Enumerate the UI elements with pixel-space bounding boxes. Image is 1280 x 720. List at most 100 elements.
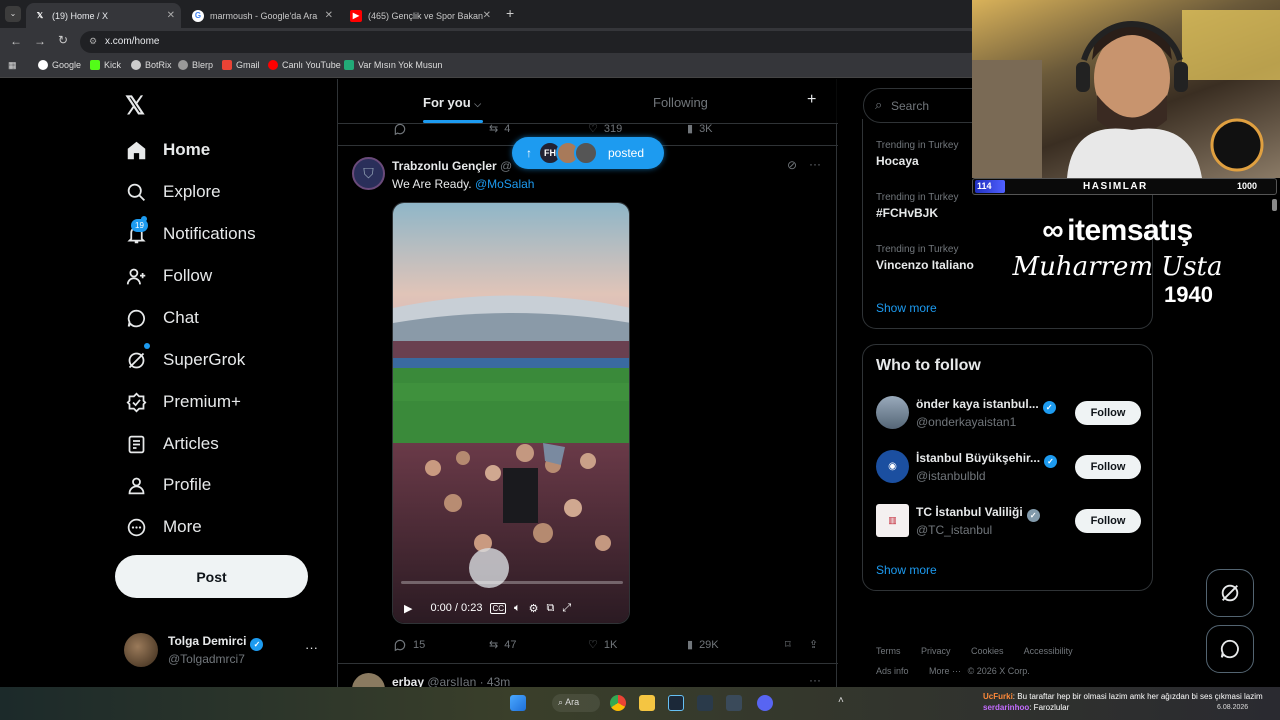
nav-supergrok[interactable]: SuperGrok xyxy=(125,349,245,371)
volume-icon[interactable]: 🔈︎ xyxy=(514,602,521,615)
discord-icon[interactable] xyxy=(757,695,773,711)
trend-item[interactable]: Trending in Turkey Hocaya xyxy=(876,140,958,168)
tweet-avatar[interactable] xyxy=(352,673,385,687)
account-more-icon[interactable]: ··· xyxy=(305,640,318,655)
account-switcher[interactable]: Tolga Demirci ✓ @Tolgadmrci7 ··· xyxy=(120,628,330,674)
tray-overflow-icon[interactable]: ˄ xyxy=(838,695,854,711)
prev-like-button[interactable]: ♡ 319 xyxy=(588,122,622,136)
follow-suggestion-name[interactable]: önder kaya istanbul... ✓ xyxy=(916,397,1056,414)
tweet-author[interactable]: Trabzonlu Gençler xyxy=(392,159,497,173)
bookmark-kick[interactable]: Kick xyxy=(90,60,121,70)
back-icon[interactable]: ← xyxy=(10,34,22,48)
pip-icon[interactable]: ⧉ xyxy=(547,602,555,615)
settings-icon[interactable]: ⚙ xyxy=(529,602,539,615)
footer-cookies[interactable]: Cookies xyxy=(971,646,1004,656)
tab-google-search[interactable]: G marmoush - Google'da Ara ✕ xyxy=(184,3,339,28)
prev-reply-button[interactable] xyxy=(393,122,407,136)
bookmark-google[interactable]: Google xyxy=(38,60,81,70)
follow-suggestion-handle[interactable]: @TC_istanbul xyxy=(916,523,992,537)
close-tab-icon[interactable]: ✕ xyxy=(167,10,175,21)
show-more-link[interactable]: Show more xyxy=(876,563,937,577)
bookmark-var-misin[interactable]: Var Mısın Yok Musun xyxy=(344,60,442,70)
share-icon[interactable]: ⇪ xyxy=(809,638,818,651)
tab-search-dropdown[interactable]: ⌄ xyxy=(5,6,21,22)
windows-start-icon[interactable] xyxy=(510,695,526,711)
new-posts-pill[interactable]: ↑ FH posted xyxy=(512,137,664,169)
bookmark-icon[interactable]: ⌑ xyxy=(785,638,791,651)
tab-following[interactable]: Following xyxy=(653,95,708,110)
app-icon[interactable] xyxy=(726,695,742,711)
nav-follow[interactable]: Follow xyxy=(125,265,212,287)
post-button[interactable]: Post xyxy=(115,555,308,598)
captions-icon[interactable]: CC xyxy=(490,602,507,614)
new-tab-button[interactable]: + xyxy=(506,5,514,21)
follow-button[interactable]: Follow xyxy=(1075,455,1141,479)
fullscreen-icon[interactable]: ⤢ xyxy=(562,602,571,615)
nav-profile[interactable]: Profile xyxy=(125,474,211,496)
tweet-avatar[interactable]: ⛉ xyxy=(352,157,385,190)
x-logo-icon[interactable]: 𝕏 xyxy=(125,91,145,121)
url-field[interactable]: ⚙ x.com/home xyxy=(80,31,980,53)
bookmark-canli-youtube[interactable]: Canlı YouTube xyxy=(268,60,341,70)
footer-privacy[interactable]: Privacy xyxy=(921,646,951,656)
follow-suggestion-name[interactable]: TC İstanbul Valiliği ✓ xyxy=(916,505,1040,522)
tweet-time[interactable]: · 43m xyxy=(480,675,511,687)
footer-terms[interactable]: Terms xyxy=(876,646,901,656)
steam-icon[interactable] xyxy=(668,695,684,711)
file-explorer-icon[interactable] xyxy=(639,695,655,711)
play-icon[interactable]: ▶ xyxy=(404,602,412,615)
avatar[interactable] xyxy=(876,396,909,429)
nav-articles[interactable]: Articles xyxy=(125,433,219,455)
trend-item[interactable]: Trending in Turkey #FCHvBJK xyxy=(876,192,958,220)
show-more-link[interactable]: Show more xyxy=(876,301,937,315)
prev-repost-button[interactable]: ⇆ 4 xyxy=(489,122,510,136)
reload-icon[interactable]: ↻ xyxy=(58,33,68,47)
reply-button[interactable]: 15 xyxy=(393,638,425,652)
tweet-author[interactable]: erbay xyxy=(392,675,424,687)
footer-accessibility[interactable]: Accessibility xyxy=(1024,646,1073,656)
trend-item[interactable]: Trending in Turkey Vincenzo Italiano xyxy=(876,244,974,272)
views-button[interactable]: ▮ 29K xyxy=(687,638,719,652)
bookmark-blerp[interactable]: Blerp xyxy=(178,60,213,70)
nav-premium[interactable]: Premium+ xyxy=(125,391,241,413)
bookmark-gmail[interactable]: Gmail xyxy=(222,60,260,70)
chrome-icon[interactable] xyxy=(610,695,626,711)
app-icon[interactable] xyxy=(697,695,713,711)
tweet-handle[interactable]: @arsIIan xyxy=(427,675,476,687)
tweet-more-icon[interactable]: ··· xyxy=(809,673,821,687)
video-progress-track[interactable] xyxy=(401,581,623,584)
footer-more[interactable]: More ··· xyxy=(929,666,961,676)
close-tab-icon[interactable]: ✕ xyxy=(325,10,333,21)
nav-more[interactable]: More xyxy=(125,516,202,538)
site-info-icon[interactable]: ⚙ xyxy=(89,36,97,47)
grok-tweet-icon[interactable]: ⊘ xyxy=(787,158,797,172)
close-tab-icon[interactable]: ✕ xyxy=(483,10,491,21)
add-tab-icon[interactable]: + xyxy=(807,91,816,109)
like-button[interactable]: ♡ 1K xyxy=(588,638,617,652)
follow-suggestion-handle[interactable]: @istanbulbld xyxy=(916,469,986,483)
tab-for-you[interactable]: For you ⌵ xyxy=(423,95,481,110)
tab-youtube[interactable]: ▶ (465) Gençlik ve Spor Bakanı O ✕ xyxy=(342,3,497,28)
avatar[interactable]: ◉ xyxy=(876,450,909,483)
nav-home[interactable]: Home xyxy=(125,139,210,161)
taskbar-search[interactable]: ⌕ Ara xyxy=(552,694,600,712)
prev-views[interactable]: ▮ 3K xyxy=(687,122,713,136)
tab-x-home[interactable]: 𝕏 (19) Home / X ✕ xyxy=(26,3,181,28)
forward-icon[interactable]: → xyxy=(34,34,46,48)
tweet-video[interactable]: ▶ 0:00 / 0:23 CC 🔈︎ ⚙ ⧉ ⤢ xyxy=(392,202,630,624)
nav-explore[interactable]: Explore xyxy=(125,181,221,203)
nav-chat[interactable]: Chat xyxy=(125,307,199,329)
bookmark-botrix[interactable]: BotRix xyxy=(131,60,172,70)
messages-fab[interactable] xyxy=(1206,625,1254,673)
tweet-more-icon[interactable]: ··· xyxy=(809,157,821,171)
taskbar-date[interactable]: 6.08.2026 xyxy=(1217,704,1248,711)
footer-ads-info[interactable]: Ads info xyxy=(876,666,909,676)
grok-fab[interactable] xyxy=(1206,569,1254,617)
follow-suggestion-handle[interactable]: @onderkayaistan1 xyxy=(916,415,1016,429)
follow-button[interactable]: Follow xyxy=(1075,509,1141,533)
tweet-handle[interactable]: @ xyxy=(500,159,512,173)
repost-button[interactable]: ⇆ 47 xyxy=(489,638,516,652)
avatar[interactable]: ▥ xyxy=(876,504,909,537)
follow-button[interactable]: Follow xyxy=(1075,401,1141,425)
follow-suggestion-name[interactable]: İstanbul Büyükşehir... ✓ xyxy=(916,451,1058,468)
